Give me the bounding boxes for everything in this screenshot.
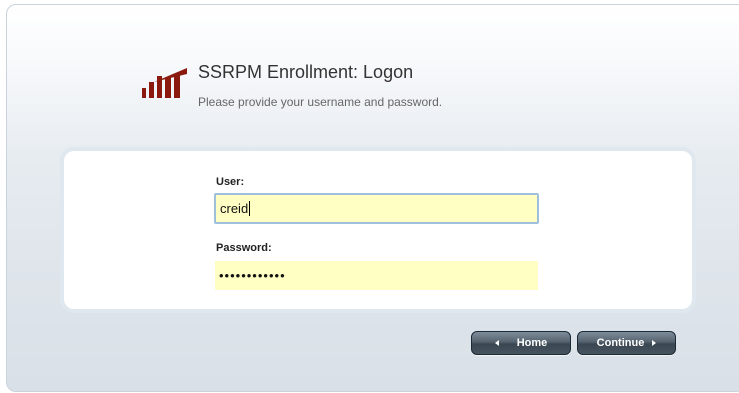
password-label: Password: xyxy=(216,242,272,254)
page-title: SSRPM Enrollment: Logon xyxy=(198,62,414,82)
continue-button-label: Continue xyxy=(596,337,645,349)
home-button[interactable]: Home xyxy=(471,331,571,355)
user-input-value: creid xyxy=(220,201,249,216)
ssrpm-logo-icon xyxy=(142,68,187,98)
password-input[interactable]: •••••••••••• xyxy=(215,261,538,290)
page: SSRPM Enrollment: Logon Please provide y… xyxy=(0,0,739,393)
home-button-label: Home xyxy=(516,337,548,349)
user-label: User: xyxy=(216,176,245,188)
left-arrow-icon xyxy=(494,340,499,346)
password-input-value: •••••••••••• xyxy=(219,268,286,283)
user-input[interactable]: creid xyxy=(214,193,539,224)
right-arrow-icon xyxy=(652,340,657,346)
text-caret xyxy=(249,201,251,216)
page-subtitle: Please provide your username and passwor… xyxy=(198,95,443,109)
continue-button[interactable]: Continue xyxy=(577,331,676,355)
